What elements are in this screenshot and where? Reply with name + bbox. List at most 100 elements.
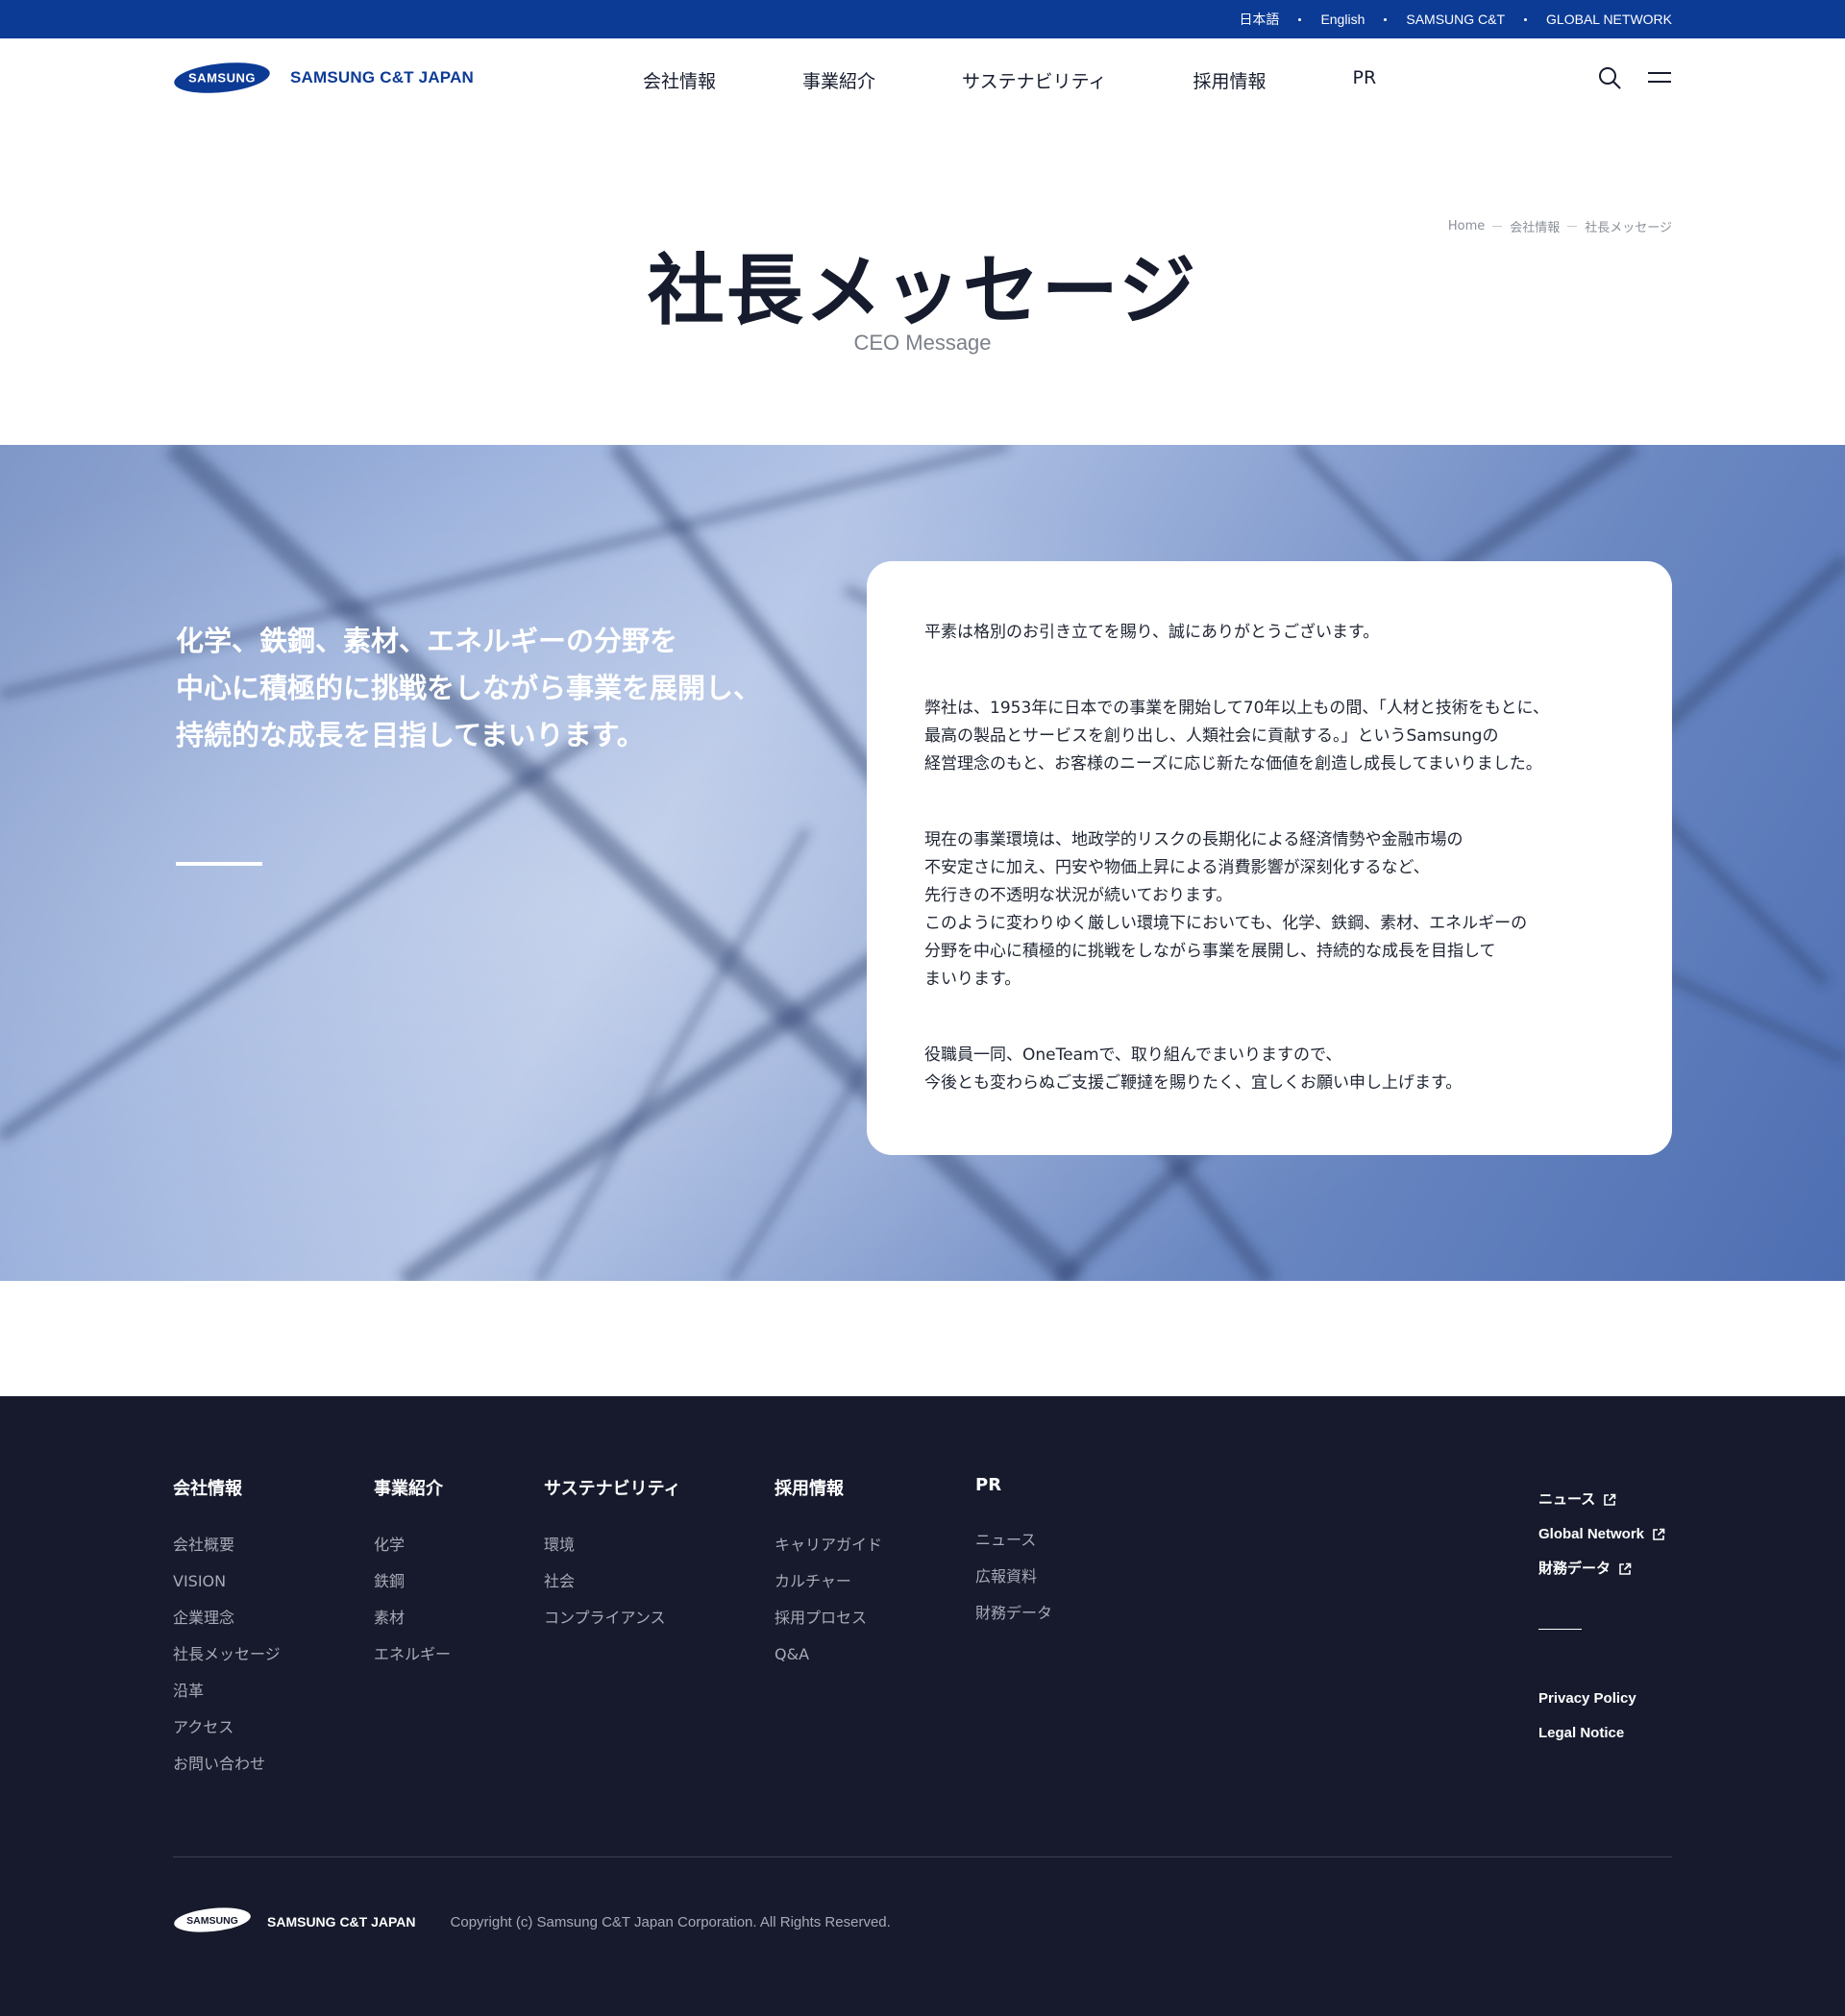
menu-icon[interactable] [1647, 65, 1672, 90]
footer-column-business: 事業紹介 化学 鉄鋼 素材 エネルギー [374, 1475, 451, 1673]
message-paragraph: 平素は格別のお引き立てを賜り、誠にありがとうございます。 [924, 619, 1614, 647]
footer-external-label: ニュース [1538, 1491, 1596, 1508]
external-link-icon [1603, 1493, 1616, 1507]
footer-link[interactable]: 採用プロセス [775, 1600, 882, 1636]
footer-column-sustainability: サステナビリティ 環境 社会 コンプライアンス [544, 1475, 681, 1636]
footer-link[interactable]: Q&A [775, 1636, 882, 1673]
message-paragraph: 弊社は、1953年に日本での事業を開始して70年以上もの間、「人材と技術をもとに… [924, 695, 1614, 778]
footer-link[interactable]: アクセス [173, 1709, 281, 1746]
footer-external-global-network[interactable]: Global Network [1538, 1517, 1665, 1552]
footer-right-links: ニュース Global Network 財務データ Privacy Policy… [1538, 1483, 1665, 1751]
footer-link[interactable]: お問い合わせ [173, 1746, 281, 1782]
message-line: 分野を中心に積極的に挑戦をしながら事業を展開し、持続的な成長を目指して [924, 942, 1496, 961]
copyright-text: Copyright (c) Samsung C&T Japan Corporat… [450, 1913, 891, 1930]
util-link-english[interactable]: English [1320, 12, 1365, 27]
message-line: 最高の製品とサービスを創り出し、人類社会に貢献する。」というSamsungの [924, 726, 1499, 746]
ceo-message-card: 平素は格別のお引き立てを賜り、誠にありがとうございます。 弊社は、1953年に日… [867, 561, 1672, 1155]
message-line: 役職員一同、OneTeamで、取り組んでまいりますので、 [924, 1045, 1342, 1065]
main-nav: 会社情報 事業紹介 サステナビリティ 採用情報 PR [643, 67, 1376, 93]
message-line: 今後とも変わらぬご支援ご鞭撻を賜りたく、宜しくお願い申し上げます。 [924, 1073, 1463, 1093]
nav-item-business[interactable]: 事業紹介 [802, 67, 875, 93]
util-link-samsung-ct[interactable]: SAMSUNG C&T [1406, 12, 1505, 27]
footer-logo-text: SAMSUNG C&T JAPAN [267, 1914, 416, 1930]
footer-link[interactable]: カルチャー [775, 1563, 882, 1600]
footer-column-company: 会社情報 会社概要 VISION 企業理念 社長メッセージ 沿革 アクセス お問… [173, 1475, 281, 1782]
message-line: 経営理念のもと、お客様のニーズに応じ新たな価値を創造し成長してまいりました。 [924, 754, 1542, 774]
footer-column-title[interactable]: 会社情報 [173, 1475, 281, 1500]
util-separator-dot [1384, 17, 1388, 21]
footer-logo-wordmark: SAMSUNG [186, 1915, 238, 1927]
footer-link[interactable]: 社長メッセージ [173, 1636, 281, 1673]
message-line: 不安定さに加え、円安や物価上昇による消費影響が深刻化するなど、 [924, 858, 1430, 877]
footer-external-financial-data[interactable]: 財務データ [1538, 1552, 1665, 1586]
util-separator-dot [1524, 17, 1528, 21]
footer-link[interactable]: 広報資料 [975, 1559, 1052, 1595]
site-header: SAMSUNG SAMSUNG C&T JAPAN 会社情報 事業紹介 サステナ… [0, 38, 1845, 123]
footer-column-title[interactable]: 事業紹介 [374, 1475, 451, 1500]
nav-item-sustainability[interactable]: サステナビリティ [962, 67, 1106, 93]
hero-section: 化学、鉄鋼、素材、エネルギーの分野を 中心に積極的に挑戦をしながら事業を展開し、… [0, 445, 1845, 1281]
message-line: 先行きの不透明な状況が続いております。 [924, 886, 1233, 905]
footer-external-news[interactable]: ニュース [1538, 1483, 1665, 1517]
samsung-logo-icon: SAMSUNG [173, 1906, 252, 1937]
footer-link[interactable]: 財務データ [975, 1595, 1052, 1632]
message-paragraph: 役職員一同、OneTeamで、取り組んでまいりますので、 今後とも変わらぬご支援… [924, 1042, 1614, 1097]
nav-item-pr[interactable]: PR [1353, 67, 1377, 93]
message-line: 弊社は、1953年に日本での事業を開始して70年以上もの間、「人材と技術をもとに… [924, 699, 1550, 718]
footer-external-label: 財務データ [1538, 1561, 1611, 1577]
hero-quote-line: 化学、鉄鋼、素材、エネルギーの分野を [176, 625, 678, 657]
nav-item-recruit[interactable]: 採用情報 [1193, 67, 1267, 93]
footer-divider [173, 1856, 1672, 1857]
header-actions [1597, 65, 1672, 90]
message-line: 現在の事業環境は、地政学的リスクの長期化による経済情勢や金融市場の [924, 830, 1464, 849]
message-line: 平素は格別のお引き立てを賜り、誠にありがとうございます。 [924, 623, 1380, 642]
page-title: 社長メッセージ [647, 246, 1198, 335]
footer-short-divider [1538, 1629, 1582, 1630]
footer-link[interactable]: ニュース [975, 1522, 1052, 1559]
footer-column-title[interactable]: サステナビリティ [544, 1475, 681, 1500]
footer-link[interactable]: 鉄鋼 [374, 1563, 451, 1600]
footer-link[interactable]: 沿革 [173, 1673, 281, 1709]
breadcrumb-separator [1492, 226, 1503, 227]
footer-link[interactable]: エネルギー [374, 1636, 451, 1673]
footer-link[interactable]: 化学 [374, 1527, 451, 1563]
legal-notice-link[interactable]: Legal Notice [1538, 1716, 1665, 1751]
hero-quote-line: 持続的な成長を目指してまいります。 [176, 719, 645, 751]
privacy-policy-link[interactable]: Privacy Policy [1538, 1682, 1665, 1716]
page-subtitle: CEO Message [853, 331, 992, 355]
util-link-global-network[interactable]: GLOBAL NETWORK [1546, 12, 1672, 27]
utility-bar: 日本語 English SAMSUNG C&T GLOBAL NETWORK [0, 0, 1845, 38]
logo-text: SAMSUNG C&T JAPAN [290, 68, 475, 86]
footer-column-recruit: 採用情報 キャリアガイド カルチャー 採用プロセス Q&A [775, 1475, 882, 1673]
logo-wordmark: SAMSUNG [188, 71, 256, 86]
message-paragraph: 現在の事業環境は、地政学的リスクの長期化による経済情勢や金融市場の 不安定さに加… [924, 826, 1614, 994]
breadcrumb-separator [1567, 226, 1578, 227]
samsung-logo-icon: SAMSUNG [173, 61, 271, 94]
util-link-japanese[interactable]: 日本語 [1239, 10, 1279, 29]
footer-column-pr: PR ニュース 広報資料 財務データ [975, 1475, 1052, 1632]
footer-link[interactable]: 会社概要 [173, 1527, 281, 1563]
message-line: このように変わりゆく厳しい環境下においても、化学、鉄鋼、素材、エネルギーの [924, 914, 1528, 933]
footer-link[interactable]: 素材 [374, 1600, 451, 1636]
footer-column-title[interactable]: PR [975, 1475, 1052, 1495]
hero-quote: 化学、鉄鋼、素材、エネルギーの分野を 中心に積極的に挑戦をしながら事業を展開し、… [176, 618, 829, 759]
site-footer: 会社情報 会社概要 VISION 企業理念 社長メッセージ 沿革 アクセス お問… [0, 1396, 1845, 2016]
footer-link[interactable]: コンプライアンス [544, 1600, 681, 1636]
site-logo[interactable]: SAMSUNG SAMSUNG C&T JAPAN [173, 61, 474, 94]
hero-quote-line: 中心に積極的に挑戦をしながら事業を展開し、 [176, 672, 762, 704]
footer-link[interactable]: キャリアガイド [775, 1527, 882, 1563]
footer-link[interactable]: VISION [173, 1563, 281, 1600]
nav-item-company[interactable]: 会社情報 [643, 67, 716, 93]
footer-link[interactable]: 社会 [544, 1563, 681, 1600]
hero-accent-line [176, 862, 262, 866]
utility-links: 日本語 English SAMSUNG C&T GLOBAL NETWORK [1239, 0, 1672, 38]
external-link-icon [1652, 1528, 1665, 1541]
search-icon[interactable] [1597, 65, 1622, 90]
footer-link[interactable]: 企業理念 [173, 1600, 281, 1636]
util-separator-dot [1298, 17, 1302, 21]
footer-bottom: SAMSUNG SAMSUNG C&T JAPAN Copyright (c) … [173, 1906, 891, 1937]
message-line: まいります。 [924, 970, 1021, 989]
external-link-icon [1618, 1562, 1632, 1576]
footer-column-title[interactable]: 採用情報 [775, 1475, 882, 1500]
footer-link[interactable]: 環境 [544, 1527, 681, 1563]
